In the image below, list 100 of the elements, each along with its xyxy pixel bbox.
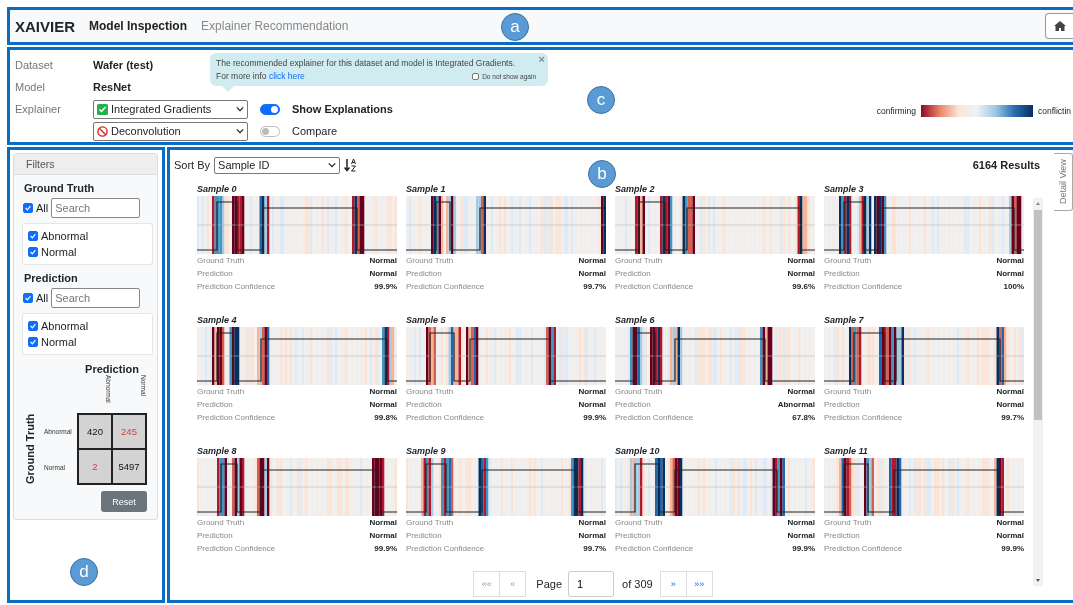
page-input[interactable]: 1 bbox=[568, 571, 615, 597]
sample-title: Sample 3 bbox=[824, 184, 865, 196]
checkbox[interactable] bbox=[28, 337, 38, 347]
checkbox-label: Abnormal bbox=[41, 230, 89, 242]
reset-button[interactable]: Reset bbox=[101, 491, 147, 512]
field-value: 99.9% bbox=[1001, 544, 1024, 553]
sort-select[interactable]: Sample ID bbox=[214, 156, 341, 174]
detail-view-tab[interactable]: Detail View bbox=[1054, 153, 1073, 211]
field-value: Normal bbox=[787, 518, 815, 527]
checkbox[interactable] bbox=[28, 321, 38, 331]
legend-label: conflictin bbox=[1037, 106, 1071, 116]
sort-label: Sort By bbox=[174, 159, 211, 171]
field-label: Explainer bbox=[15, 103, 61, 115]
page-label: Page bbox=[536, 578, 563, 590]
home-icon bbox=[1053, 21, 1066, 31]
checkbox[interactable] bbox=[28, 231, 38, 241]
prohibited-icon bbox=[97, 125, 108, 137]
sample-title: Sample 4 bbox=[197, 315, 238, 327]
field-value: Normal bbox=[369, 387, 397, 396]
info-link[interactable]: click here bbox=[268, 71, 305, 81]
pagination-button[interactable]: »» bbox=[685, 571, 713, 597]
sample-title: Sample 0 bbox=[197, 184, 238, 196]
nav-link[interactable]: Model Inspection bbox=[89, 19, 188, 33]
field-label: Prediction bbox=[406, 400, 442, 409]
explainer-select[interactable]: Deconvolution bbox=[93, 121, 248, 141]
field-value: Normal bbox=[996, 400, 1024, 409]
field-label: Prediction bbox=[197, 531, 233, 540]
checkbox-label: All bbox=[36, 292, 49, 304]
home-button[interactable] bbox=[1045, 13, 1073, 39]
field-value: Normal bbox=[369, 256, 397, 265]
toggle-switch[interactable] bbox=[260, 125, 280, 137]
checkbox[interactable] bbox=[23, 293, 33, 303]
field-value: Normal bbox=[578, 531, 606, 540]
close-button[interactable]: × bbox=[538, 53, 545, 65]
checkbox[interactable] bbox=[28, 247, 38, 257]
field-value: 99.9% bbox=[583, 413, 606, 422]
search-field[interactable]: Search bbox=[51, 198, 141, 218]
results-count: 6164 Results bbox=[972, 159, 1040, 171]
matrix-cell[interactable]: 5497 bbox=[112, 449, 146, 484]
annotation-marker: d bbox=[70, 558, 98, 586]
field-value: Abnormal bbox=[777, 400, 815, 409]
field-label: Prediction bbox=[824, 269, 860, 278]
sample-title: Sample 7 bbox=[824, 315, 865, 327]
field-label: Model bbox=[15, 81, 45, 93]
brand-name: XAIVIER bbox=[15, 17, 75, 35]
field-label: Ground Truth bbox=[197, 387, 245, 396]
sample-title: Sample 5 bbox=[406, 315, 447, 327]
checkbox-label: Normal bbox=[41, 246, 77, 258]
nav-link[interactable]: Explainer Recommendation bbox=[201, 19, 349, 33]
pagination-button[interactable]: » bbox=[659, 571, 687, 597]
check-icon bbox=[97, 103, 108, 115]
sample-title: Sample 1 bbox=[406, 184, 447, 196]
sample-title: Sample 10 bbox=[615, 446, 661, 458]
field-value: Normal bbox=[787, 269, 815, 278]
checkbox-label: All bbox=[36, 202, 49, 214]
field-value: 99.7% bbox=[583, 282, 606, 291]
toggle-switch[interactable] bbox=[260, 103, 280, 115]
legend-label: confirming bbox=[876, 106, 916, 116]
field-label: Prediction bbox=[197, 400, 233, 409]
toggle-label: Compare bbox=[292, 125, 338, 137]
field-label: Prediction Confidence bbox=[406, 413, 485, 422]
popover-text: The recommended explainer for this dataset and model is Integrated Gradients. bbox=[216, 58, 516, 68]
field-label: Ground Truth bbox=[406, 387, 454, 396]
axis-title: Ground Truth bbox=[24, 413, 37, 485]
scrollbar[interactable] bbox=[1033, 198, 1043, 586]
field-value: Normal bbox=[369, 518, 397, 527]
search-field[interactable]: Search bbox=[51, 288, 141, 308]
field-label: Prediction Confidence bbox=[197, 282, 276, 291]
popover-text: For more info bbox=[216, 71, 268, 81]
field-label: Ground Truth bbox=[615, 256, 663, 265]
annotation-marker: b bbox=[588, 160, 616, 188]
field-value: 99.9% bbox=[374, 544, 397, 553]
checkbox-label: Normal bbox=[41, 336, 77, 348]
sample-title: Sample 8 bbox=[197, 446, 238, 458]
field-label: Prediction Confidence bbox=[615, 282, 694, 291]
checkbox[interactable] bbox=[23, 203, 33, 213]
sort-ascending-icon[interactable] bbox=[344, 158, 358, 172]
field-value: Normal bbox=[578, 400, 606, 409]
field-value: Normal bbox=[369, 531, 397, 540]
matrix-cell[interactable]: 2 bbox=[78, 449, 112, 484]
field-value: Normal bbox=[996, 518, 1024, 527]
axis-title: Prediction bbox=[84, 363, 140, 375]
matrix-cell[interactable]: 245 bbox=[112, 414, 146, 449]
sample-title: Sample 6 bbox=[615, 315, 656, 327]
field-label: Prediction bbox=[615, 269, 651, 278]
explainer-select[interactable]: Integrated Gradients bbox=[93, 99, 248, 119]
field-label: Ground Truth bbox=[824, 256, 872, 265]
field-label: Ground Truth bbox=[197, 518, 245, 527]
field-label: Prediction bbox=[824, 400, 860, 409]
caret-icon bbox=[236, 106, 244, 112]
field-value: Normal bbox=[578, 256, 606, 265]
matrix-cell[interactable]: 420 bbox=[78, 414, 112, 449]
checkbox[interactable] bbox=[472, 73, 480, 80]
field-value: Normal bbox=[787, 256, 815, 265]
field-label: Prediction Confidence bbox=[197, 413, 276, 422]
field-label: Ground Truth bbox=[615, 387, 663, 396]
field-value: Normal bbox=[996, 531, 1024, 540]
field-value: Normal bbox=[578, 387, 606, 396]
field-value: Normal bbox=[369, 400, 397, 409]
field-value: 100% bbox=[1003, 282, 1024, 291]
